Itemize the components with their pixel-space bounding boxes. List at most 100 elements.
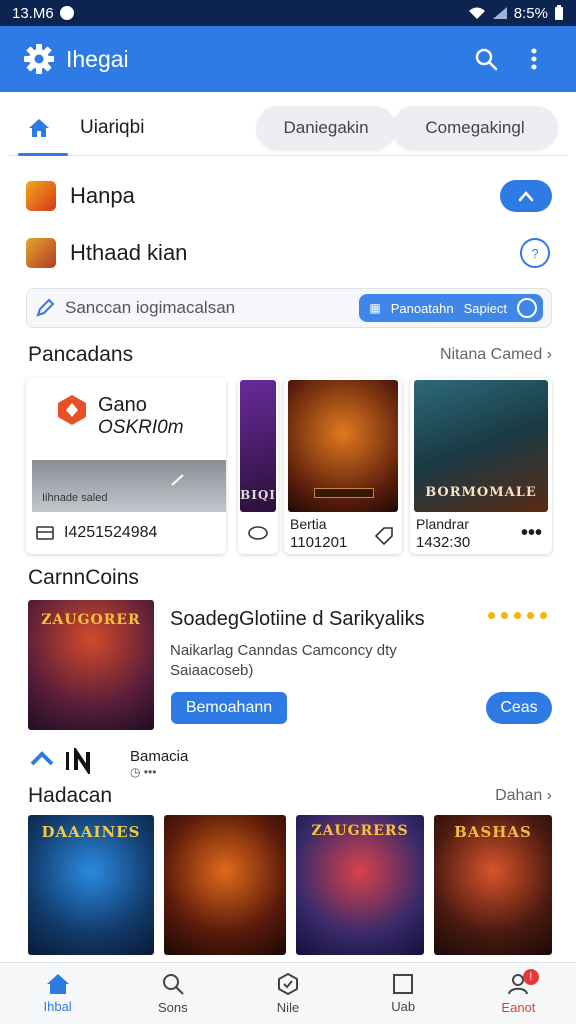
list-item-hthaad-kian[interactable]: Hthaad kian ? [26,233,552,273]
featured-primary-button[interactable]: Bemoahann [171,692,287,724]
tab-home[interactable]: Uiariqbi [8,100,160,156]
nav-label: Eanot [501,1000,536,1015]
game-tile[interactable]: DAAAINES [28,815,154,955]
game-art: BORMOMALE [414,380,548,512]
tag-icon[interactable] [374,526,394,546]
nav-profile[interactable]: Eanot ! [461,963,576,1024]
game-tile[interactable]: BASHAS [434,815,552,955]
nav-uab[interactable]: Uab [346,963,461,1024]
chip-left-label: Panoatahn [390,300,454,316]
rating-stars [488,612,547,619]
list-item-label: Hanpa [70,183,135,208]
nav-nile[interactable]: Nile [230,963,345,1024]
status-bar: 13.M6 8:5% [0,0,576,26]
chip-right-label: Sapiect [463,300,507,316]
signal-icon [492,7,507,19]
game-name: Plandrar [416,516,469,532]
search-input[interactable]: Sanccan iogimacalsan [65,298,359,318]
brand-logo-icon [58,395,86,425]
app-title: Ihegai [66,45,129,72]
chat-icon [248,526,268,540]
list-item-label: Hthaad kian [70,240,188,265]
search-icon [475,48,498,71]
battery-percent: 8:5% [513,4,548,22]
list-item-hanpa[interactable]: Hanpa [26,176,552,216]
notification-icon [59,6,74,20]
notification-badge: ! [522,969,539,985]
promo-card[interactable]: Gano OSKRI0m Iihnade saled I4251524984 [26,378,226,554]
status-time: 13.M6 [12,4,54,22]
search-button[interactable] [466,39,506,79]
nav-label: Uab [391,999,416,1014]
home-icon [29,118,49,137]
tab-bar: Uiariqbi Daniegakin Comegakingl [8,100,568,156]
game-art [288,380,398,512]
featured-secondary-button[interactable]: Ceas [486,692,552,724]
search-icon [162,974,184,995]
promo-brand: Gano OSKRI0m [56,394,184,439]
featured-art-title: ZAUGORER [41,612,141,628]
game-tile[interactable] [164,815,286,955]
help-button[interactable]: ? [520,238,550,268]
square-icon [393,974,414,994]
search-filter-chip[interactable]: ▦ Panoatahn Sapiect [359,294,543,322]
pencil-icon [36,298,55,317]
app-bar: Ihegai [0,26,576,92]
publisher-name: Bamacia [130,748,189,765]
expand-button[interactable] [500,180,552,212]
checkmark-icon [171,474,184,486]
more-vertical-icon [531,48,537,70]
more-menu-button[interactable] [514,39,554,79]
nav-label: Sons [157,1000,188,1015]
game-art-plate [314,488,374,498]
tab-home-label: Uiariqbi [80,116,145,138]
chevron-up-icon [518,191,534,202]
tab-daniegakin[interactable]: Daniegakin [256,106,396,150]
game-art-title: ZAUGRERS [311,823,409,839]
promo-number: I4251524984 [64,524,158,541]
game-art-title: BASHAS [454,823,532,841]
tab-comegakingl[interactable]: Comegakingl [392,106,558,150]
bottom-nav: Ihbal Sons Nile Uab Eanot ! [0,962,576,1024]
game-art: BIQI [240,380,276,512]
publisher-logo-icon [30,748,90,774]
game-name: Bertia [290,516,327,532]
nav-label: Nile [276,1000,300,1015]
filter-icon: ▦ [369,301,381,315]
app-icon [26,238,56,268]
game-tile[interactable]: ZAUGRERS [296,815,424,955]
section-header: Hadacan Dahan › [28,784,552,808]
battery-icon [555,5,563,20]
nav-label: Ihbal [43,999,72,1014]
nav-home[interactable]: Ihbal [0,963,115,1024]
publisher-row[interactable]: Bamacia ◷ ••• [30,748,188,779]
game-card[interactable]: BORMOMALE Plandrar 1432:30 ••• [410,378,552,554]
game-meta: 1101201 [290,534,348,551]
featured-art[interactable]: ZAUGORER [28,600,154,730]
gear-icon[interactable] [22,42,56,76]
see-more-link[interactable]: Dahan › [495,787,552,805]
promo-footer: I4251524984 [36,524,157,542]
promo-brand-line2: OSKRI0m [98,417,184,438]
game-meta: 1432:30 [416,534,471,551]
section-title: Hadacan [28,784,113,807]
promo-image: Iihnade saled [32,460,226,512]
section-header: CarnnCoins [28,566,552,590]
see-more-link[interactable]: Nitana Camed › [440,346,552,364]
home-icon [46,974,69,994]
more-horizontal-icon[interactable]: ••• [521,522,542,545]
game-card[interactable]: Bertia 1101201 [284,378,402,554]
help-icon: ? [531,245,539,261]
badge-icon [278,972,298,996]
publisher-meta-icons: ◷ ••• [130,765,157,779]
search-bar[interactable]: Sanccan iogimacalsan ▦ Panoatahn Sapiect [26,288,552,328]
game-art-title: BIQI [240,488,276,502]
nav-search[interactable]: Sons [115,963,230,1024]
game-card[interactable]: BIQI [238,378,278,554]
section-title: CarnnCoins [28,566,139,589]
promo-image-caption: Iihnade saled [42,492,108,504]
wifi-icon [468,7,485,19]
section-title: Pancadans [28,343,134,366]
section-header: Pancadans Nitana Camed › [28,343,552,367]
card-icon [36,526,54,540]
